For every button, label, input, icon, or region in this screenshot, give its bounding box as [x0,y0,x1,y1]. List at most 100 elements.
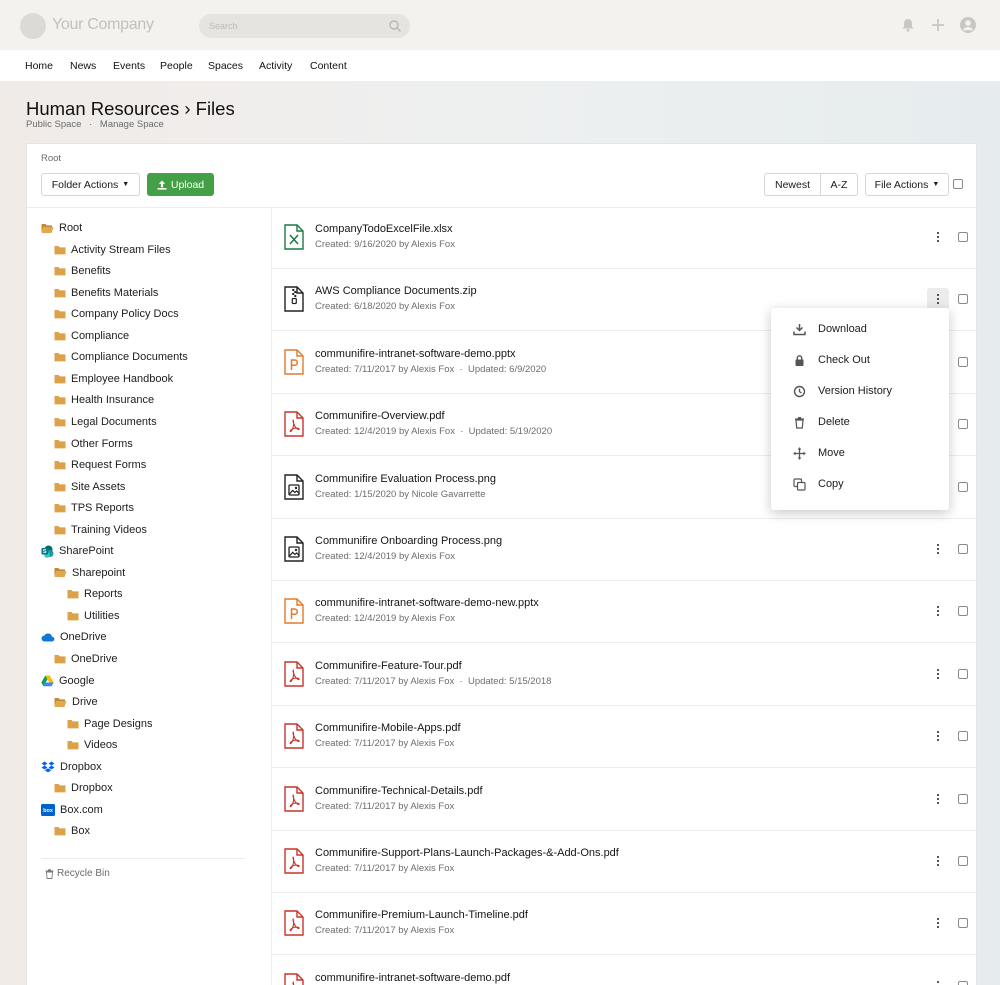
file-name[interactable]: communifire-intranet-software-demo-new.p… [315,597,539,609]
tree-item[interactable]: Dropbox [41,758,102,776]
file-name[interactable]: communifire-intranet-software-demo.pdf [315,972,510,984]
file-checkbox[interactable] [958,544,968,554]
upload-button[interactable]: Upload [147,173,214,196]
file-row[interactable]: Communifire-Technical-Details.pdf Created… [271,769,977,831]
file-actions-button[interactable]: File Actions ▼ [865,173,949,196]
breadcrumb[interactable]: Root [41,153,61,164]
file-name[interactable]: Communifire Evaluation Process.png [315,473,496,485]
tree-item[interactable]: Employee Handbook [54,370,173,388]
file-checkbox[interactable] [958,856,968,866]
tree-item[interactable]: S SharePoint [41,542,113,560]
more-options-icon[interactable] [927,725,949,747]
tree-item[interactable]: Benefits Materials [54,284,158,302]
tree-item[interactable]: Utilities [67,607,119,625]
file-name[interactable]: Communifire-Feature-Tour.pdf [315,660,462,672]
more-options-icon[interactable] [927,538,949,560]
file-row[interactable]: Communifire Onboarding Process.png Create… [271,519,977,581]
file-name[interactable]: Communifire-Premium-Launch-Timeline.pdf [315,909,528,921]
menu-item-copy[interactable]: Copy [771,469,949,499]
nav-content[interactable]: Content [310,60,347,72]
tree-item[interactable]: Legal Documents [54,413,157,431]
tree-item[interactable]: Activity Stream Files [54,241,171,259]
tree-item[interactable]: Training Videos [54,521,147,539]
manage-space-link[interactable]: Manage Space [100,119,164,130]
folder-actions-button[interactable]: Folder Actions ▼ [41,173,140,196]
more-options-icon[interactable] [927,663,949,685]
file-row[interactable]: communifire-intranet-software-demo-new.p… [271,581,977,644]
file-checkbox[interactable] [958,419,968,430]
file-checkbox[interactable] [958,918,968,929]
tree-item[interactable]: Other Forms [54,435,133,453]
company-logo[interactable] [20,13,46,39]
file-row[interactable]: Communifire-Premium-Launch-Timeline.pdf C… [271,893,977,956]
file-row[interactable]: Communifire-Feature-Tour.pdf Created: 7/1… [271,644,977,706]
more-options-icon[interactable] [927,600,949,622]
file-row[interactable]: Communifire-Mobile-Apps.pdf Created: 7/11… [271,706,977,769]
tree-item[interactable]: Drive [54,693,98,711]
file-checkbox[interactable] [958,294,968,305]
more-options-icon[interactable] [927,912,949,934]
more-options-icon[interactable] [927,850,949,872]
tree-item[interactable]: OneDrive [54,650,117,668]
nav-spaces[interactable]: Spaces [208,60,243,72]
user-avatar-icon[interactable] [959,16,977,34]
file-name[interactable]: Communifire-Overview.pdf [315,410,445,422]
tree-item[interactable]: Benefits [54,262,111,280]
bell-icon[interactable] [899,16,917,34]
plus-icon[interactable] [929,16,947,34]
file-name[interactable]: Communifire-Mobile-Apps.pdf [315,722,461,734]
tree-item[interactable]: Page Designs [67,715,153,733]
file-name[interactable]: Communifire Onboarding Process.png [315,535,502,547]
tree-item[interactable]: Box [54,822,90,840]
menu-item-move[interactable]: Move [771,438,949,468]
file-checkbox[interactable] [958,356,968,367]
file-checkbox[interactable] [958,731,968,742]
file-checkbox[interactable] [958,481,968,492]
file-checkbox[interactable] [958,793,968,804]
company-name[interactable]: Your Company [52,16,154,34]
menu-item-version-history[interactable]: Version History [771,376,949,406]
recycle-bin-link[interactable]: Recycle Bin [45,868,110,879]
file-checkbox[interactable] [958,668,968,679]
more-options-icon[interactable] [927,788,949,810]
file-name[interactable]: CompanyTodoExcelFile.xlsx [315,223,453,235]
nav-news[interactable]: News [70,60,96,72]
tree-item[interactable]: TPS Reports [54,499,134,517]
tree-item[interactable]: OneDrive [41,628,106,646]
menu-item-check-out[interactable]: Check Out [771,345,949,375]
file-name[interactable]: Communifire-Technical-Details.pdf [315,785,483,797]
tree-item[interactable]: Health Insurance [54,391,154,409]
file-checkbox[interactable] [958,980,968,985]
file-checkbox[interactable] [958,232,968,242]
tree-item[interactable]: Request Forms [54,456,146,474]
menu-item-delete[interactable]: Delete [771,407,949,437]
tree-item[interactable]: Company Policy Docs [54,305,179,323]
more-options-icon[interactable] [927,975,949,985]
nav-home[interactable]: Home [25,60,53,72]
file-row[interactable]: CompanyTodoExcelFile.xlsx Created: 9/16/2… [271,207,977,269]
nav-people[interactable]: People [160,60,193,72]
tree-item[interactable]: Reports [67,585,123,603]
file-name[interactable]: Communifire-Support-Plans-Launch-Package… [315,847,619,859]
more-options-icon[interactable] [927,226,949,248]
tree-item[interactable]: box Box.com [41,801,103,819]
search-input[interactable] [209,14,379,38]
tree-item[interactable]: Google [41,672,94,690]
sort-az-button[interactable]: A-Z [820,173,858,196]
tree-item[interactable]: Sharepoint [54,564,125,582]
tree-item[interactable]: Compliance [54,327,129,345]
file-name[interactable]: AWS Compliance Documents.zip [315,285,477,297]
search-icon[interactable] [388,19,402,33]
file-checkbox[interactable] [958,606,968,617]
file-name[interactable]: communifire-intranet-software-demo.pptx [315,348,516,360]
tree-item[interactable]: Dropbox [54,779,113,797]
file-row[interactable]: communifire-intranet-software-demo.pdf [271,956,977,985]
tree-item[interactable]: Compliance Documents [54,348,188,366]
sort-newest-button[interactable]: Newest [764,173,821,196]
nav-activity[interactable]: Activity [259,60,292,72]
select-all-checkbox[interactable] [953,179,963,189]
menu-item-download[interactable]: Download [771,314,949,344]
tree-item[interactable]: Site Assets [54,478,125,496]
nav-events[interactable]: Events [113,60,145,72]
tree-item[interactable]: Root [41,219,82,237]
